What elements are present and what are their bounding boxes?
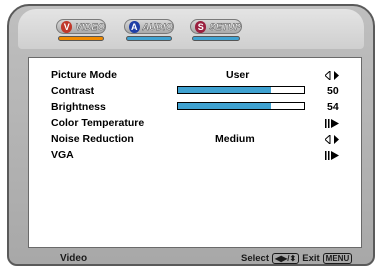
select-keys-icon: ◀▶/⬍: [272, 253, 300, 264]
vga-label: VGA: [51, 149, 74, 161]
tab-audio-label: AUDIO: [142, 21, 173, 32]
noise-reduction-label: Noise Reduction: [51, 133, 134, 145]
tab-setup[interactable]: S SETUP: [190, 19, 242, 34]
audio-badge-icon: A: [129, 20, 140, 33]
setup-badge-icon: S: [195, 20, 207, 33]
left-right-arrows-icon[interactable]: [325, 135, 339, 144]
tab-bar: V VIDEO A AUDIO S SETUP: [18, 9, 364, 49]
contrast-slider-fill: [178, 87, 272, 93]
enter-submenu-icon[interactable]: [325, 151, 339, 160]
brightness-slider-fill: [178, 103, 272, 109]
menu-key-icon: MENU: [322, 253, 353, 264]
menu-row-noise-reduction[interactable]: Noise Reduction Medium: [29, 131, 361, 147]
tab-video-underline: [58, 36, 104, 41]
select-hint-label: Select: [241, 253, 269, 264]
picture-mode-label: Picture Mode: [51, 69, 117, 81]
menu-row-picture-mode[interactable]: Picture Mode User: [29, 67, 361, 83]
tab-video-label: VIDEO: [75, 21, 105, 32]
tab-audio[interactable]: A AUDIO: [124, 19, 174, 34]
brightness-value: 54: [327, 101, 339, 113]
brightness-label: Brightness: [51, 101, 106, 113]
contrast-slider[interactable]: [177, 86, 305, 94]
tab-setup-label: SETUP: [209, 21, 241, 32]
picture-mode-value: User: [226, 69, 250, 81]
menu-panel: Picture Mode User Contrast 50 Brightness…: [28, 57, 362, 248]
footer-hints: Select ◀▶/⬍ Exit MENU: [241, 253, 355, 264]
contrast-value: 50: [327, 85, 339, 97]
contrast-label: Contrast: [51, 85, 95, 97]
menu-row-color-temperature[interactable]: Color Temperature: [29, 115, 361, 131]
footer-title: Video: [60, 253, 88, 264]
menu-row-brightness[interactable]: Brightness 54: [29, 99, 361, 115]
menu-row-contrast[interactable]: Contrast 50: [29, 83, 361, 99]
menu-row-vga[interactable]: VGA: [29, 147, 361, 163]
tab-audio-underline: [126, 36, 172, 41]
tab-setup-underline: [192, 36, 240, 41]
noise-reduction-value: Medium: [215, 133, 255, 145]
osd-frame: V VIDEO A AUDIO S SETUP Picture Mode Use…: [7, 4, 375, 266]
brightness-slider[interactable]: [177, 102, 305, 110]
video-badge-icon: V: [61, 20, 73, 33]
exit-hint-label: Exit: [302, 253, 320, 264]
tab-video[interactable]: V VIDEO: [56, 19, 106, 34]
footer-bar: Video Select ◀▶/⬍ Exit MENU: [18, 252, 364, 268]
color-temperature-label: Color Temperature: [51, 117, 145, 129]
left-right-arrows-icon[interactable]: [325, 71, 339, 80]
enter-submenu-icon[interactable]: [325, 119, 339, 128]
